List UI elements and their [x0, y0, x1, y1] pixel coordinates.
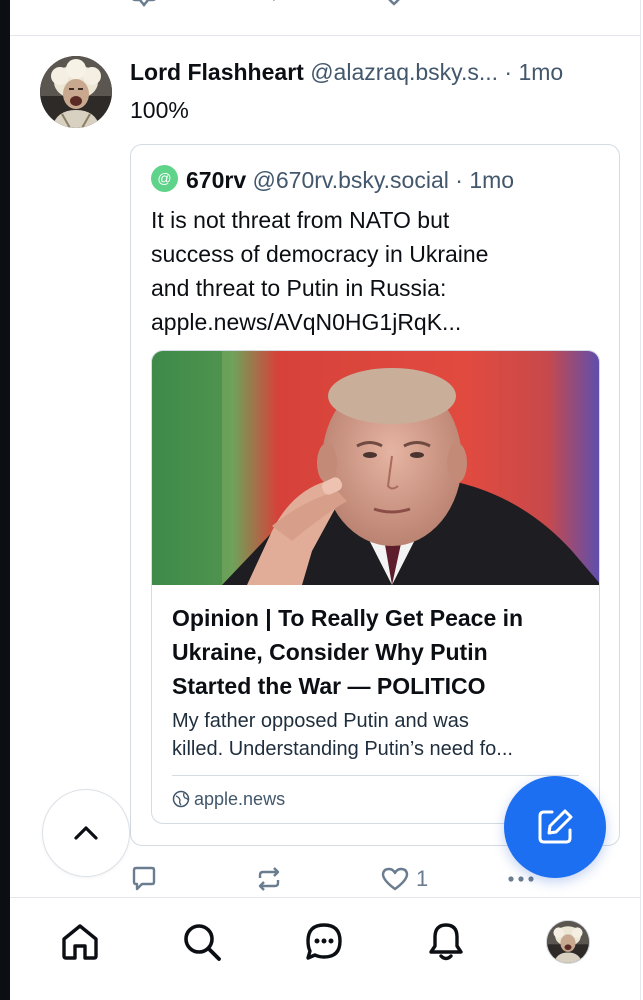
like-button[interactable]: 1: [380, 864, 428, 894]
quoted-author-handle[interactable]: @670rv.bsky.social: [253, 167, 449, 193]
quoted-text-link[interactable]: apple.news/AVqN0HG1jRqK...: [151, 305, 591, 339]
link-preview-divider: [172, 775, 579, 776]
quoted-author-name[interactable]: 670rv: [186, 167, 246, 193]
profile-avatar: [546, 920, 590, 964]
reply-icon[interactable]: [129, 0, 159, 8]
like-count: 1: [416, 866, 429, 891]
nav-profile[interactable]: [544, 918, 592, 966]
quoted-post-header: @670rv @670rv.bsky.social · 1mo: [151, 165, 603, 195]
post-divider: [10, 35, 640, 36]
at-icon: @: [157, 170, 172, 186]
quoted-text-line: It is not threat from NATO but: [151, 207, 450, 233]
separator-dot: ·: [455, 167, 463, 193]
reply-icon: [132, 866, 156, 891]
chevron-up-icon: [74, 826, 98, 840]
author-handle[interactable]: @alazraq.bsky.s...: [310, 59, 498, 85]
link-domain-text: apple.news: [194, 789, 286, 809]
link-preview-description: My father opposed Putin and was killed. …: [172, 707, 592, 763]
repost-icon[interactable]: [253, 0, 285, 8]
left-edge-bar: [0, 0, 10, 1000]
quoted-post[interactable]: @670rv @670rv.bsky.social · 1mo It is no…: [130, 144, 620, 846]
chat-icon: [306, 923, 342, 960]
compose-button[interactable]: [504, 776, 606, 878]
link-title-line: Ukraine, Consider Why Putin: [172, 639, 488, 665]
link-preview-title: Opinion | To Really Get Peace in Ukraine…: [172, 601, 592, 703]
quoted-post-text: It is not threat from NATO but success o…: [151, 203, 591, 339]
quoted-post-timestamp[interactable]: 1mo: [469, 167, 514, 193]
separator-dot: ·: [504, 59, 513, 85]
link-preview-domain: apple.news: [172, 787, 285, 811]
quoted-text-line: success of democracy in Ukraine: [151, 241, 489, 267]
link-preview-card[interactable]: Opinion | To Really Get Peace in Ukraine…: [151, 350, 600, 824]
bottom-nav: [10, 898, 640, 1000]
compose-icon: [538, 809, 573, 844]
home-icon: [62, 924, 98, 960]
reply-button[interactable]: [130, 864, 158, 894]
bell-icon: [429, 923, 463, 961]
quoted-text-line: and threat to Putin in Russia:: [151, 275, 447, 301]
repost-button[interactable]: [254, 864, 284, 894]
link-preview-image: [152, 351, 599, 585]
quoted-author-avatar[interactable]: @: [151, 165, 178, 192]
link-title-line: Started the War — POLITICO: [172, 673, 486, 699]
link-desc-line: killed. Understanding Putin’s need fo...: [172, 738, 513, 760]
nav-notifications[interactable]: [422, 918, 470, 966]
previous-post-actions: [125, 0, 545, 8]
author-name[interactable]: Lord Flashheart: [130, 59, 304, 85]
heart-icon[interactable]: [379, 0, 409, 8]
link-title-line: Opinion | To Really Get Peace in: [172, 605, 524, 631]
post-text: 100%: [130, 97, 189, 123]
heart-icon: [381, 867, 409, 891]
post-actions: 1: [130, 864, 534, 894]
link-desc-line: My father opposed Putin and was: [172, 710, 469, 732]
search-icon: [184, 924, 221, 961]
post-timestamp[interactable]: 1mo: [518, 59, 563, 85]
globe-icon: [172, 790, 190, 808]
right-border: [640, 0, 641, 1000]
post-header: Lord Flashheart @alazraq.bsky.s... · 1mo: [130, 58, 625, 86]
author-avatar[interactable]: [40, 56, 112, 128]
nav-search[interactable]: [178, 918, 226, 966]
nav-chat[interactable]: [300, 918, 348, 966]
scroll-to-top-button[interactable]: [42, 789, 130, 877]
repost-icon: [258, 867, 280, 891]
nav-home[interactable]: [56, 918, 104, 966]
